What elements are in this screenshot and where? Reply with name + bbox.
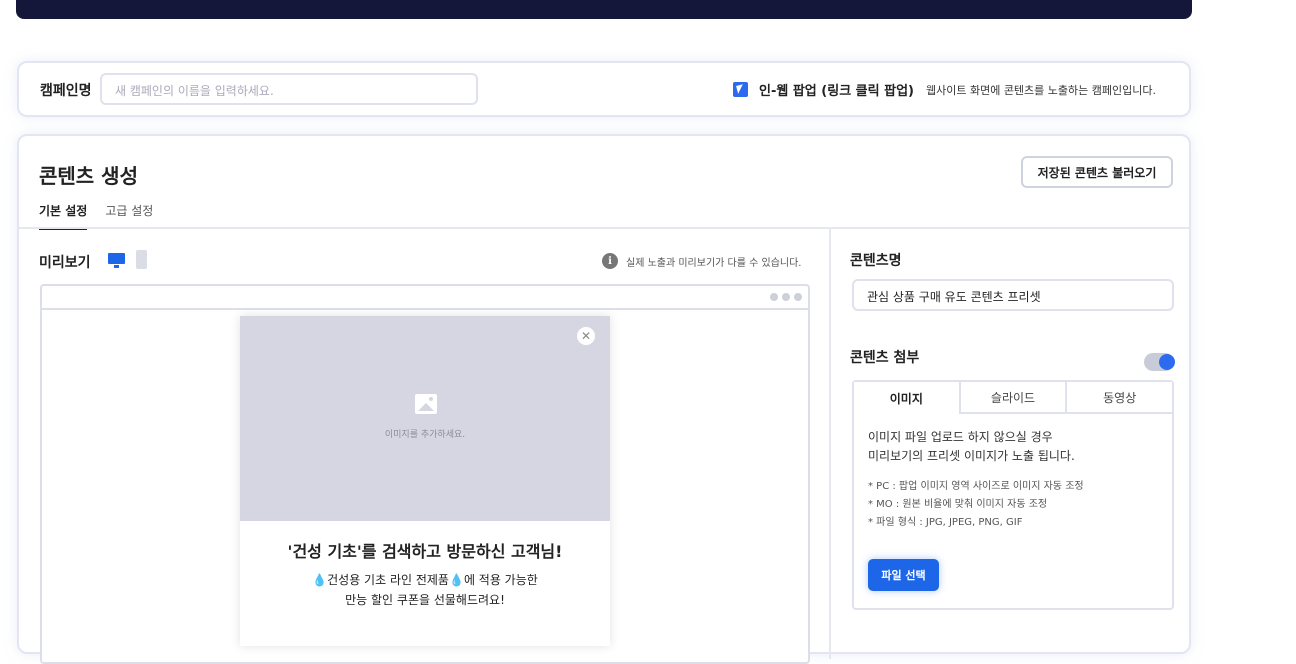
- info-note-text: 실제 노출과 미리보기가 다를 수 있습니다.: [626, 257, 802, 269]
- attach-message: 이미지 파일 업로드 하지 않으실 경우 미리보기의 프리셋 이미지가 노출 됩…: [868, 428, 1075, 466]
- page-title: 콘텐츠 생성: [39, 164, 138, 188]
- cursor-click-icon: [733, 82, 748, 97]
- dot-icon: [782, 293, 790, 301]
- divider: [19, 227, 1189, 229]
- settings-tabs: 기본 설정 고급 설정: [39, 202, 171, 230]
- dot-icon: [770, 293, 778, 301]
- dot-icon: [794, 293, 802, 301]
- note-line: * MO : 원본 비율에 맞춰 이미지 자동 조정: [868, 499, 1048, 510]
- toggle-knob: [1159, 354, 1175, 370]
- campaign-name-label: 캠페인명: [40, 83, 92, 99]
- preview-label: 미리보기: [39, 255, 91, 271]
- divider: [829, 229, 831, 659]
- tab-advanced-settings[interactable]: 고급 설정: [105, 202, 153, 230]
- tab-basic-settings[interactable]: 기본 설정: [39, 202, 88, 230]
- image-placeholder-caption: 이미지를 추가하세요.: [384, 430, 466, 440]
- tab-image[interactable]: 이미지: [854, 382, 959, 414]
- attach-notes: * PC : 팝업 이미지 영역 사이즈로 이미지 자동 조정 * MO : 원…: [868, 478, 1084, 532]
- load-saved-content-button[interactable]: 저장된 콘텐츠 불러오기: [1021, 156, 1173, 188]
- content-attach-label: 콘텐츠 첨부: [850, 350, 920, 366]
- desktop-icon[interactable]: [108, 253, 125, 268]
- campaign-type-description: 웹사이트 화면에 콘텐츠를 노출하는 캠페인입니다.: [925, 83, 1156, 97]
- content-name-label: 콘텐츠명: [850, 253, 902, 269]
- browser-preview-frame: 이미지를 추가하세요. ✕ '건성 기초'를 검색하고 방문하신 고객님! 💧건…: [40, 284, 810, 664]
- window-dots: [770, 293, 802, 301]
- top-header-bar: [16, 0, 1192, 19]
- browser-toolbar: [42, 286, 808, 310]
- tab-slide[interactable]: 슬라이드: [958, 382, 1066, 414]
- content-attach-toggle[interactable]: [1144, 353, 1175, 371]
- popup-body: 💧건성용 기초 라인 전제품💧에 적용 가능한 만능 할인 쿠폰을 선물해드려요…: [240, 570, 610, 610]
- campaign-name-input[interactable]: 새 캠페인의 이름을 입력하세요.: [100, 73, 478, 105]
- campaign-name-card: 캠페인명 새 캠페인의 이름을 입력하세요. 인-웹 팝업 (링크 클릭 팝업)…: [17, 61, 1191, 117]
- note-line: * 파일 형식 : JPG, JPEG, PNG, GIF: [868, 517, 1023, 528]
- popup-body-text: 에 적용 가능한: [463, 573, 538, 587]
- popup-image-placeholder: 이미지를 추가하세요. ✕: [240, 316, 610, 521]
- popup-title: '건성 기초'를 검색하고 방문하신 고객님!: [287, 542, 563, 561]
- note-line: * PC : 팝업 이미지 영역 사이즈로 이미지 자동 조정: [868, 481, 1084, 492]
- water-drop-icon: 💧: [312, 573, 328, 587]
- attach-message-line: 미리보기의 프리셋 이미지가 노출 됩니다.: [868, 449, 1075, 463]
- content-name-input[interactable]: 관심 상품 구매 유도 콘텐츠 프리셋: [852, 279, 1174, 311]
- popup-preview: 이미지를 추가하세요. ✕ '건성 기초'를 검색하고 방문하신 고객님! 💧건…: [240, 316, 610, 646]
- close-icon[interactable]: ✕: [577, 327, 595, 345]
- water-drop-icon: 💧: [448, 573, 464, 587]
- popup-body-text: 건성용 기초 라인 전제품: [327, 573, 449, 587]
- mobile-icon[interactable]: [136, 250, 147, 269]
- campaign-type: 인-웹 팝업 (링크 클릭 팝업) 웹사이트 화면에 콘텐츠를 노출하는 캠페인…: [733, 80, 1156, 99]
- attach-tabs: 이미지 슬라이드 동영상: [854, 382, 1173, 414]
- preview-info-note: i 실제 노출과 미리보기가 다를 수 있습니다.: [602, 253, 801, 269]
- file-select-button[interactable]: 파일 선택: [868, 559, 939, 591]
- image-icon: [415, 394, 437, 414]
- attach-panel: 이미지 슬라이드 동영상 이미지 파일 업로드 하지 않으실 경우 미리보기의 …: [852, 380, 1174, 610]
- attach-message-line: 이미지 파일 업로드 하지 않으실 경우: [868, 430, 1053, 444]
- campaign-type-title: 인-웹 팝업 (링크 클릭 팝업): [759, 84, 914, 99]
- info-icon: i: [602, 253, 618, 269]
- tab-video[interactable]: 동영상: [1065, 382, 1173, 414]
- content-creation-card: 콘텐츠 생성 저장된 콘텐츠 불러오기 기본 설정 고급 설정 미리보기 i 실…: [17, 134, 1191, 664]
- popup-body-text: 만능 할인 쿠폰을 선물해드려요!: [345, 593, 505, 607]
